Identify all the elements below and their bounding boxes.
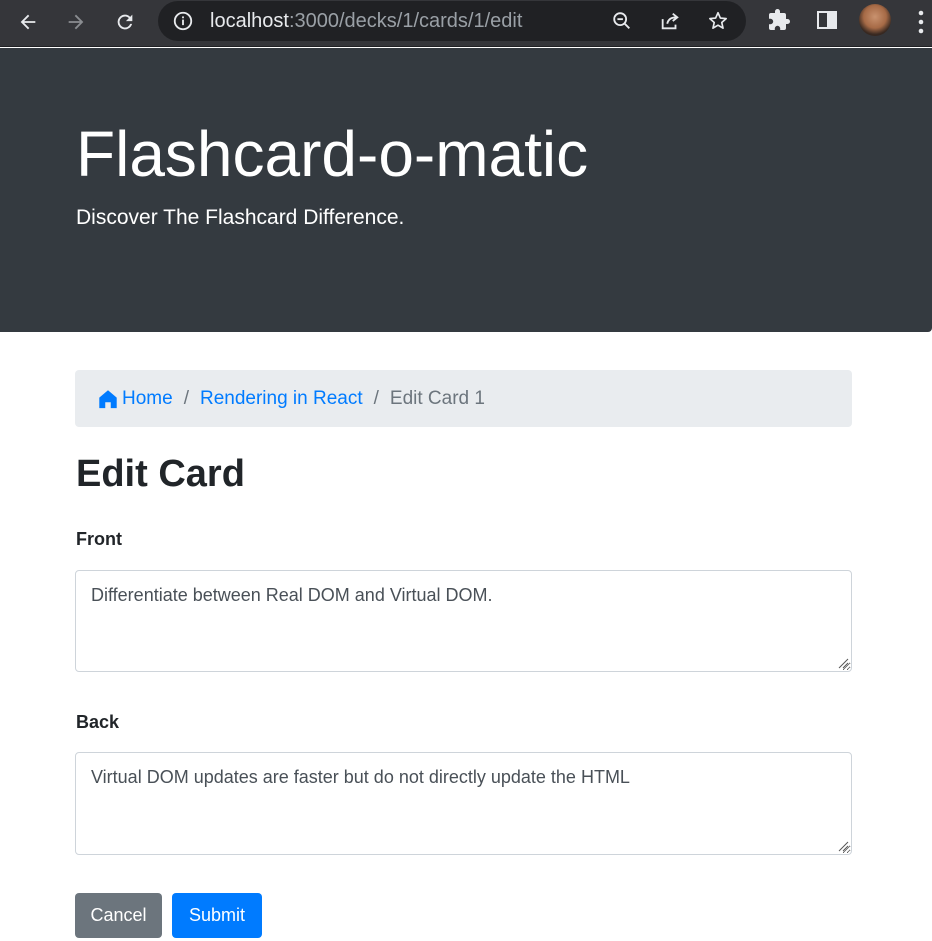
home-icon[interactable] — [97, 388, 119, 410]
breadcrumb-separator: / — [373, 387, 379, 409]
profile-avatar[interactable] — [859, 4, 891, 36]
reload-icon — [117, 14, 133, 30]
submit-button[interactable]: Submit — [172, 893, 262, 938]
url-host: localhost — [210, 10, 289, 32]
zoom-icon[interactable] — [611, 10, 633, 32]
front-label: Front — [76, 529, 122, 549]
bookmark-star-icon[interactable] — [707, 10, 729, 32]
page-title: Edit Card — [76, 453, 245, 495]
address-bar[interactable]: localhost:3000/decks/1/cards/1/edit — [158, 1, 746, 41]
app-title: Flashcard-o-matic — [76, 118, 589, 190]
resize-grip-icon[interactable] — [837, 657, 849, 669]
share-icon[interactable] — [659, 10, 681, 32]
site-info-icon[interactable] — [172, 10, 194, 32]
front-textarea[interactable]: Differentiate between Real DOM and Virtu… — [75, 570, 852, 672]
forward-button[interactable] — [58, 4, 94, 40]
resize-grip-icon[interactable] — [837, 840, 849, 852]
menu-icon[interactable] — [914, 9, 928, 35]
forward-icon — [68, 14, 84, 30]
breadcrumb: Home / Rendering in React / Edit Card 1 — [75, 370, 852, 427]
cancel-button[interactable]: Cancel — [75, 893, 162, 938]
extensions-icon[interactable] — [767, 8, 791, 32]
browser-toolbar: localhost:3000/decks/1/cards/1/edit — [0, 0, 932, 47]
breadcrumb-separator: / — [183, 387, 189, 409]
back-icon — [20, 14, 36, 30]
reload-button[interactable] — [107, 4, 143, 40]
breadcrumb-current: Edit Card 1 — [389, 387, 485, 409]
breadcrumb-home-link[interactable]: Home — [122, 388, 173, 410]
url-path: :3000/decks/1/cards/1/edit — [288, 10, 523, 32]
url-text[interactable]: localhost:3000/decks/1/cards/1/edit — [210, 9, 522, 33]
side-panel-icon[interactable] — [815, 8, 839, 32]
app-subtitle: Discover The Flashcard Difference. — [76, 206, 405, 229]
back-button[interactable] — [10, 4, 46, 40]
back-label: Back — [76, 712, 120, 732]
back-textarea[interactable]: Virtual DOM updates are faster but do no… — [75, 752, 852, 855]
breadcrumb-deck-link[interactable]: Rendering in React — [200, 388, 363, 410]
header-jumbotron: Flashcard-o-matic Discover The Flashcard… — [0, 48, 932, 332]
